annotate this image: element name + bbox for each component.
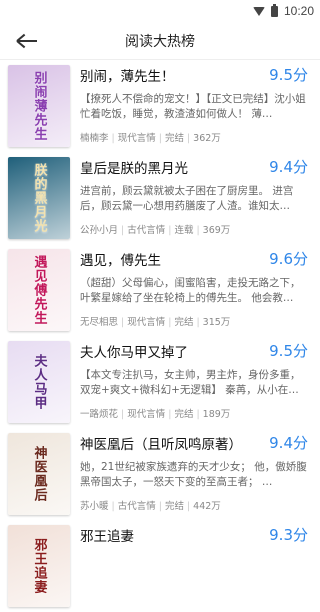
book-item[interactable]: 遇见傅先生 遇见，傅先生 9.6分 （超甜）父母偏心，闺蜜陷害，走投无路之下，叶… bbox=[0, 244, 320, 336]
book-category: 古代言情 bbox=[117, 501, 156, 512]
book-meta: 无尽相思 | 现代言情 | 完结 | 315万 bbox=[80, 317, 231, 328]
book-author: 苏小暖 bbox=[80, 501, 109, 512]
wifi-icon bbox=[252, 6, 265, 16]
app-bar: 阅读大热榜 bbox=[0, 22, 320, 60]
book-words: 369万 bbox=[202, 225, 231, 236]
book-words: 442万 bbox=[193, 501, 221, 512]
book-item[interactable]: 夫人马甲 夫人你马甲又掉了 9.5分 【本文专注扒马，女主帅，男主炸，身份多重，… bbox=[0, 336, 320, 428]
book-item[interactable]: 神医凰后 神医凰后（且听凤鸣原著） 9.4分 她，21世纪被家族遗弃的天才少女；… bbox=[0, 428, 320, 520]
book-meta: 楠楠李 | 现代言情 | 完结 | 362万 bbox=[80, 133, 221, 144]
book-status: 完结 bbox=[164, 133, 184, 144]
book-score: 9.5分 bbox=[269, 342, 308, 360]
book-status: 连载 bbox=[174, 225, 194, 236]
book-status: 完结 bbox=[174, 409, 194, 420]
book-meta: 一路烦花 | 现代言情 | 完结 | 189万 bbox=[80, 409, 231, 420]
book-description: 进宫前，顾云黛就被太子困在了厨房里。 进宫后，顾云黛一心想用药膳废了人渣。谁知太… bbox=[80, 185, 294, 212]
book-score: 9.5分 bbox=[269, 66, 308, 84]
book-words: 189万 bbox=[202, 409, 231, 420]
book-author: 公孙小月 bbox=[80, 225, 119, 236]
book-item[interactable]: 邪王追妻 邪王追妻 9.3分 bbox=[0, 520, 320, 612]
book-cover[interactable]: 别闹薄先生 bbox=[8, 65, 70, 147]
book-score: 9.4分 bbox=[269, 434, 308, 452]
book-score: 9.3分 bbox=[269, 526, 308, 544]
book-author: 楠楠李 bbox=[80, 133, 109, 144]
book-status: 完结 bbox=[174, 317, 194, 328]
book-meta: 公孙小月 | 古代言情 | 连载 | 369万 bbox=[80, 225, 231, 236]
book-words: 362万 bbox=[193, 133, 221, 144]
book-item[interactable]: 朕的黑月光 皇后是朕的黑月光 9.4分 进宫前，顾云黛就被太子困在了厨房里。 进… bbox=[0, 152, 320, 244]
book-cover[interactable]: 遇见傅先生 bbox=[8, 249, 70, 331]
book-category: 现代言情 bbox=[127, 317, 166, 328]
book-description: 她，21世纪被家族遗弃的天才少女； 他，傲娇腹黑帝国太子，一怒天下变的至高王者；… bbox=[80, 461, 307, 488]
book-cover[interactable]: 邪王追妻 bbox=[8, 525, 70, 607]
battery-icon bbox=[270, 3, 278, 17]
book-meta: 苏小暖 | 古代言情 | 完结 | 442万 bbox=[80, 501, 221, 512]
status-bar: 10:20 bbox=[0, 0, 320, 22]
book-category: 现代言情 bbox=[117, 133, 156, 144]
book-cover[interactable]: 神医凰后 bbox=[8, 433, 70, 515]
page-title: 阅读大热榜 bbox=[125, 33, 195, 50]
book-description: （超甜）父母偏心，闺蜜陷害，走投无路之下，叶繁星嫁给了坐在轮椅上的傅先生。 他会… bbox=[80, 277, 301, 304]
book-item[interactable]: 别闹薄先生 别闹，薄先生！ 9.5分 【撩死人不偿命的宠文！】【正文已完结】沈小… bbox=[0, 60, 320, 152]
book-list: 别闹薄先生 别闹，薄先生！ 9.5分 【撩死人不偿命的宠文！】【正文已完结】沈小… bbox=[0, 60, 320, 612]
book-author: 一路烦花 bbox=[80, 409, 119, 420]
book-description: 【本文专注扒马，女主帅，男主炸，身份多重，双宠+爽文+微科幻+无逻辑】 秦苒，从… bbox=[80, 369, 301, 396]
book-status: 完结 bbox=[164, 501, 184, 512]
book-cover[interactable]: 朕的黑月光 bbox=[8, 157, 70, 239]
book-cover[interactable]: 夫人马甲 bbox=[8, 341, 70, 423]
book-category: 现代言情 bbox=[127, 409, 166, 420]
status-time: 10:20 bbox=[283, 4, 314, 18]
book-words: 315万 bbox=[202, 317, 231, 328]
book-description: 【撩死人不偿命的宠文！】【正文已完结】沈小姐忙着吃饭，睡觉，教渣渣如何做人！ 薄… bbox=[80, 93, 306, 120]
book-author: 无尽相思 bbox=[80, 317, 119, 328]
book-category: 古代言情 bbox=[127, 225, 166, 236]
book-score: 9.4分 bbox=[269, 158, 308, 176]
book-score: 9.6分 bbox=[269, 250, 308, 268]
